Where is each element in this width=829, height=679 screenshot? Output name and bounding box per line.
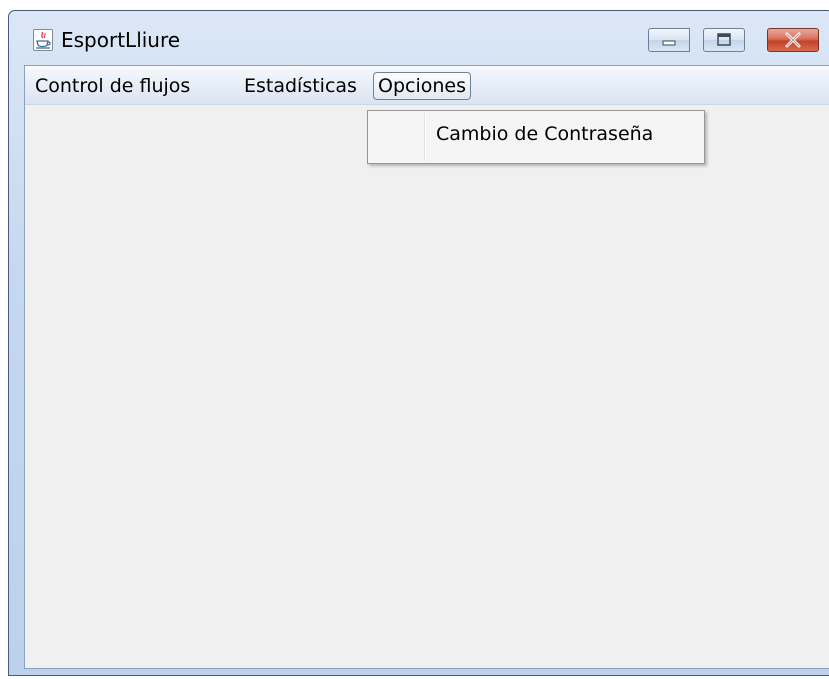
minimize-button[interactable] bbox=[648, 28, 690, 52]
menu-opciones[interactable]: Opciones bbox=[373, 72, 471, 100]
window-frame-bottom bbox=[24, 667, 829, 675]
menu-estadisticas[interactable]: Estadísticas bbox=[240, 72, 361, 100]
menu-icon-gutter bbox=[424, 113, 426, 161]
menu-item-cambio-de-contrasena[interactable]: Cambio de Contraseña bbox=[436, 123, 653, 145]
minimize-icon bbox=[662, 40, 676, 46]
opciones-dropdown-menu: Cambio de Contraseña bbox=[367, 110, 705, 164]
close-icon bbox=[785, 32, 801, 48]
window-frame-left bbox=[9, 65, 24, 675]
content-area: Control de flujos Estadísticas Opciones … bbox=[24, 65, 829, 669]
maximize-button[interactable] bbox=[703, 28, 745, 52]
menu-bar: Control de flujos Estadísticas Opciones bbox=[25, 66, 829, 105]
app-window: EsportLliure Control de flujos Estadísti… bbox=[8, 10, 829, 676]
close-button[interactable] bbox=[767, 28, 819, 52]
title-bar[interactable]: EsportLliure bbox=[9, 11, 829, 65]
menu-control-de-flujos[interactable]: Control de flujos bbox=[31, 72, 194, 100]
java-cup-icon[interactable] bbox=[33, 29, 53, 51]
window-title: EsportLliure bbox=[61, 28, 181, 52]
maximize-icon bbox=[717, 33, 731, 46]
